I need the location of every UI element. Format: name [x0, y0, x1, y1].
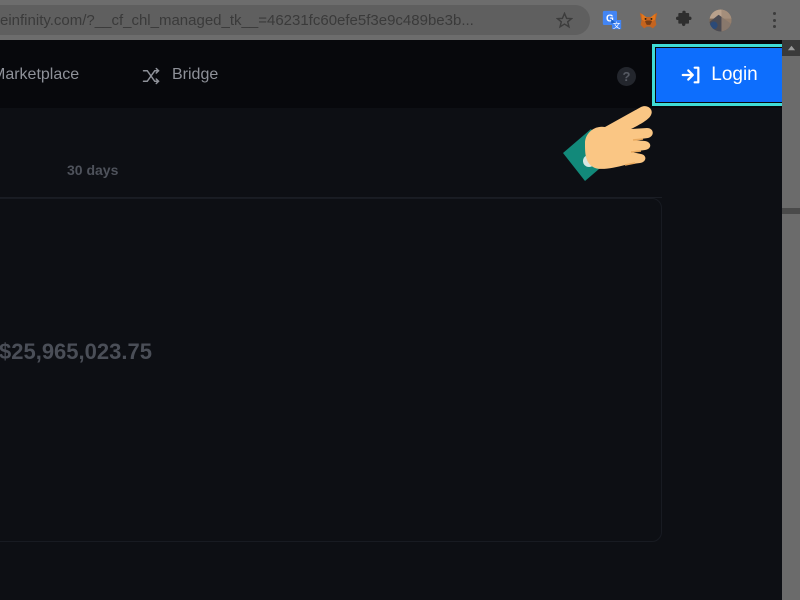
- scrollbar-thumb-divider: [782, 208, 800, 214]
- shuffle-icon: [142, 67, 160, 85]
- stat-value-total: $25,965,023.75: [0, 339, 152, 364]
- web-page: Marketplace Bridge ? Login 30 days $25,9…: [0, 40, 782, 600]
- help-circle-icon[interactable]: ?: [617, 67, 636, 86]
- scrollbar-thumb[interactable]: [782, 56, 800, 600]
- login-button[interactable]: Login: [656, 48, 782, 102]
- scroll-up-arrow[interactable]: [782, 40, 800, 56]
- sign-in-icon: [680, 64, 702, 86]
- star-icon[interactable]: [552, 8, 576, 32]
- browser-toolbar: einfinity.com/?__cf_chl_managed_tk__=462…: [0, 0, 800, 40]
- nav-item-bridge[interactable]: Bridge: [172, 64, 218, 86]
- svg-text:文: 文: [613, 20, 621, 30]
- three-dot-menu-icon[interactable]: [762, 8, 786, 32]
- puzzle-piece-icon[interactable]: [672, 8, 696, 32]
- profile-avatar[interactable]: [708, 8, 732, 32]
- url-text[interactable]: einfinity.com/?__cf_chl_managed_tk__=462…: [0, 10, 540, 32]
- vertical-scrollbar[interactable]: [782, 40, 800, 600]
- nav-item-marketplace[interactable]: Marketplace: [0, 64, 79, 86]
- login-button-label: Login: [711, 64, 758, 85]
- pointing-hand-cursor: [555, 95, 665, 195]
- google-translate-icon[interactable]: G 文: [600, 8, 624, 32]
- filter-tab-30days[interactable]: 30 days: [67, 162, 118, 178]
- stats-card: $25,965,023.75: [0, 198, 662, 542]
- metamask-fox-icon[interactable]: [636, 8, 660, 32]
